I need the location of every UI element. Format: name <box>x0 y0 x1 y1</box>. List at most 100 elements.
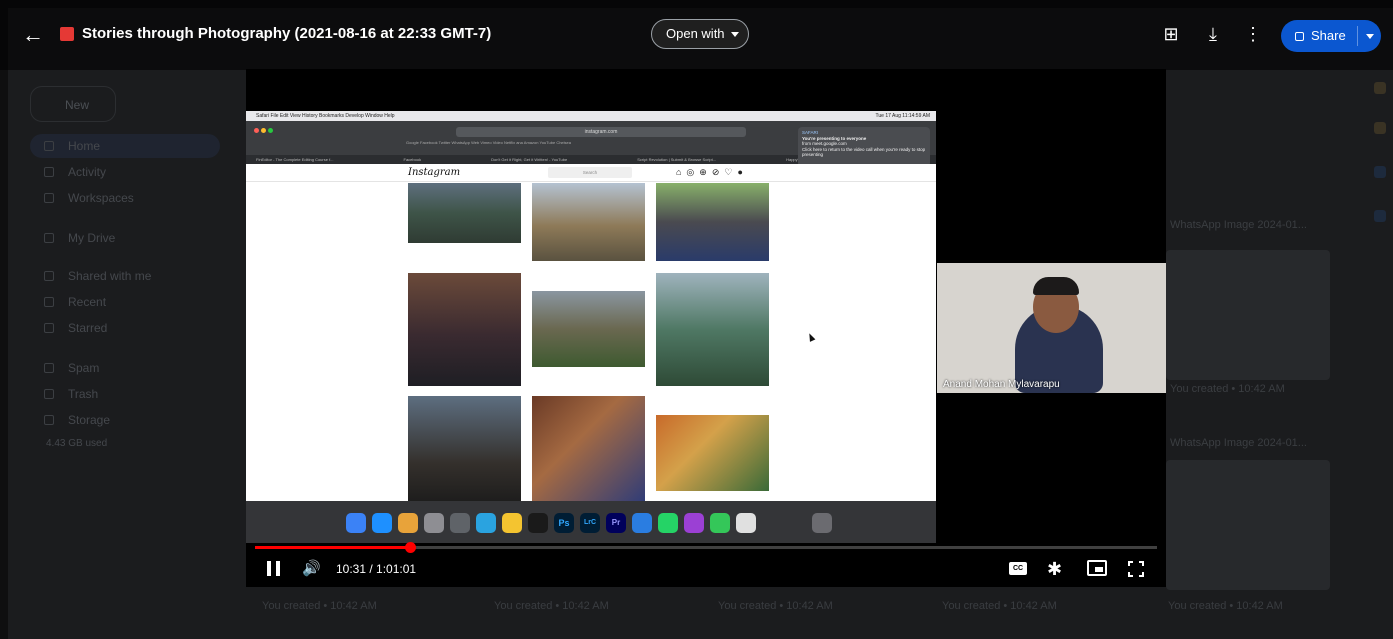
sidebar-item-workspaces[interactable]: Workspaces <box>44 188 134 208</box>
lock-icon <box>1295 32 1304 41</box>
launchpad-icon <box>424 513 444 533</box>
trash-icon <box>44 389 54 399</box>
mac-dock: Ps LrC Pr <box>246 501 936 543</box>
download-icon[interactable]: ⤓ <box>1201 22 1225 46</box>
url-bar: instagram.com <box>456 127 746 137</box>
progress-fill <box>255 546 411 549</box>
video-player[interactable]: Safari File Edit View History Bookmarks … <box>246 69 1166 587</box>
instagram-header: Instagram Search ⌂◎⊕⊘♡● <box>246 164 936 182</box>
notes-icon <box>502 513 522 533</box>
sidebar-item-storage[interactable]: Storage <box>44 410 110 430</box>
mouse-cursor <box>806 332 816 342</box>
participant-video: Anand Mohan Mylavarapu <box>937 263 1166 393</box>
bell-icon <box>44 167 54 177</box>
video-file-icon <box>60 27 74 41</box>
instagram-search: Search <box>548 167 632 178</box>
cloud-icon <box>44 415 54 425</box>
clock-icon <box>44 297 54 307</box>
settings-icon <box>450 513 470 533</box>
file-meta: You created • 10:42 AM <box>718 600 833 612</box>
contacts-icon[interactable] <box>1374 210 1386 222</box>
favorites-bar: Google Facebook Twitter WhatsApp Web Vim… <box>406 140 571 145</box>
star-icon <box>44 323 54 333</box>
photo-thumbnail <box>656 183 769 261</box>
right-rail <box>1370 70 1393 630</box>
file-meta: You created • 10:42 AM <box>1168 600 1283 612</box>
fullscreen-button[interactable] <box>1128 561 1144 577</box>
share-dropdown-icon[interactable] <box>1366 34 1374 39</box>
people-icon <box>44 271 54 281</box>
trash-icon <box>812 513 832 533</box>
presenting-notification: SAFARI You're presenting to everyone fro… <box>798 127 930 167</box>
sidebar-item-starred[interactable]: Starred <box>44 318 107 338</box>
shared-screen: Safari File Edit View History Bookmarks … <box>246 111 936 543</box>
sidebar-item-spam[interactable]: Spam <box>44 358 99 378</box>
miniplayer-button[interactable] <box>1087 560 1107 576</box>
drive-icon <box>44 233 54 243</box>
photo-thumbnail <box>408 273 521 386</box>
file-thumbnail[interactable] <box>1166 250 1330 380</box>
participant-name: Anand Mohan Mylavarapu <box>943 379 1060 390</box>
file-card-title[interactable]: WhatsApp Image 2024-01... <box>1170 219 1307 231</box>
spam-icon <box>44 363 54 373</box>
lightroom-icon: LrC <box>580 513 600 533</box>
file-title: Stories through Photography (2021-08-16 … <box>82 25 492 42</box>
share-button[interactable]: Share <box>1281 20 1381 52</box>
mac-menubar: Safari File Edit View History Bookmarks … <box>246 111 936 121</box>
photo-thumbnail <box>532 396 645 508</box>
sidebar-item-recent[interactable]: Recent <box>44 292 106 312</box>
kindle-icon <box>736 513 756 533</box>
tasks-icon[interactable] <box>1374 166 1386 178</box>
workspaces-icon <box>44 193 54 203</box>
file-card-title[interactable]: WhatsApp Image 2024-01... <box>1170 437 1307 449</box>
instagram-nav-icons: ⌂◎⊕⊘♡● <box>676 167 748 177</box>
captions-button[interactable]: CC <box>1009 562 1027 575</box>
calendar-icon[interactable] <box>1374 82 1386 94</box>
file-thumbnail[interactable] <box>1166 460 1330 590</box>
photo-thumbnail <box>408 396 521 508</box>
progress-knob[interactable] <box>405 542 417 553</box>
file-meta: You created • 10:42 AM <box>942 600 1057 612</box>
home-icon <box>44 141 54 151</box>
back-arrow-icon[interactable]: ← <box>22 22 50 48</box>
photo-thumbnail <box>656 415 769 491</box>
volume-icon[interactable]: 🔊 <box>302 558 324 580</box>
chrome-icon <box>398 513 418 533</box>
file-card-meta: You created • 10:42 AM <box>1170 383 1285 395</box>
file-meta: You created • 10:42 AM <box>494 600 609 612</box>
photo-thumbnail <box>532 183 645 261</box>
sidebar-item-shared[interactable]: Shared with me <box>44 266 151 286</box>
sidebar-item-my-drive[interactable]: My Drive <box>44 228 115 248</box>
safari-icon <box>372 513 392 533</box>
activity-monitor-icon <box>528 513 548 533</box>
sidebar-item-home[interactable]: Home <box>44 136 100 156</box>
premiere-icon: Pr <box>606 513 626 533</box>
photo-thumbnail <box>532 291 645 367</box>
podcasts-icon <box>684 513 704 533</box>
pause-button[interactable] <box>266 558 282 580</box>
file-meta: You created • 10:42 AM <box>262 600 377 612</box>
photo-thumbnail <box>656 273 769 386</box>
photoshop-icon: Ps <box>554 513 574 533</box>
whatsapp-icon <box>658 513 678 533</box>
more-options-icon[interactable]: ⋮ <box>1241 22 1265 46</box>
progress-bar[interactable] <box>255 542 1157 553</box>
keep-icon[interactable] <box>1374 122 1386 134</box>
storage-used: 4.43 GB used <box>46 438 108 449</box>
sidebar-item-trash[interactable]: Trash <box>44 384 98 404</box>
instagram-logo: Instagram <box>408 167 461 178</box>
add-comment-icon[interactable]: ⊞ <box>1159 22 1183 46</box>
cursor-app-icon <box>632 513 652 533</box>
drive-sidebar: New Home Activity Workspaces My Drive Sh… <box>16 78 246 639</box>
photo-thumbnail <box>408 183 521 243</box>
time-display: 10:31 / 1:01:01 <box>336 562 417 576</box>
sidebar-item-activity[interactable]: Activity <box>44 162 106 182</box>
chevron-down-icon <box>730 32 739 38</box>
finder-icon <box>346 513 366 533</box>
settings-gear-icon[interactable]: ✱ <box>1047 558 1062 580</box>
facetime-icon <box>710 513 730 533</box>
open-with-button[interactable]: Open with <box>651 19 749 49</box>
preview-topbar: ← Stories through Photography (2021-08-1… <box>0 0 1393 70</box>
new-button[interactable]: New <box>30 86 116 122</box>
telegram-icon <box>476 513 496 533</box>
